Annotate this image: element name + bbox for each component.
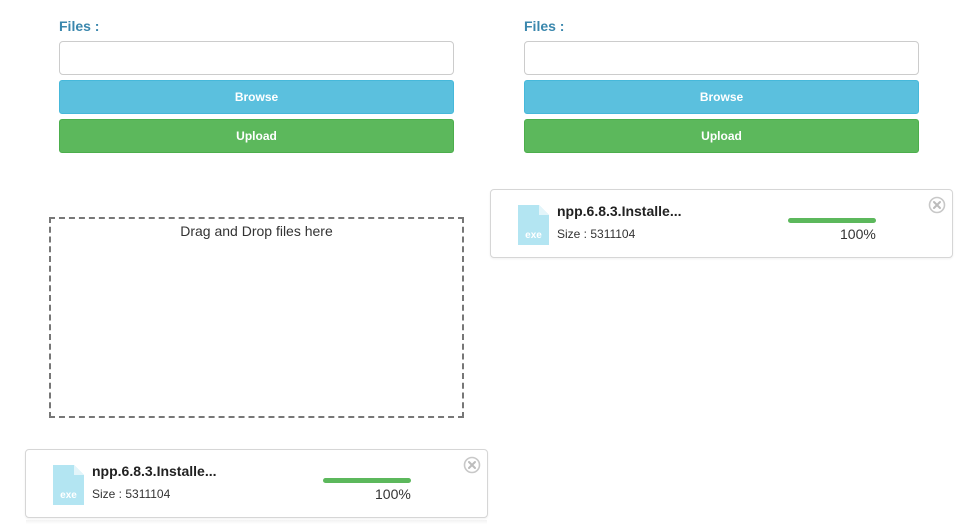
file-type-label: exe: [60, 490, 77, 501]
exe-file-icon: exe: [53, 465, 84, 505]
upload-button[interactable]: Upload: [59, 119, 454, 153]
uploaded-file-card: exe npp.6.8.3.Installe... Size : 5311104…: [490, 189, 953, 258]
file-input[interactable]: [524, 41, 919, 75]
upload-button[interactable]: Upload: [524, 119, 919, 153]
browse-button[interactable]: Browse: [524, 80, 919, 114]
progress-fill: [788, 218, 876, 223]
close-circle-icon[interactable]: [463, 456, 481, 474]
progress-percent: 100%: [375, 486, 411, 502]
file-name: npp.6.8.3.Installe...: [92, 463, 217, 479]
progress-bar: [788, 218, 876, 223]
file-size: Size : 5311104: [557, 227, 636, 241]
drop-zone[interactable]: Drag and Drop files here: [49, 217, 464, 418]
file-input[interactable]: [59, 41, 454, 75]
progress-bar: [323, 478, 411, 483]
file-name: npp.6.8.3.Installe...: [557, 203, 682, 219]
file-size: Size : 5311104: [92, 487, 171, 501]
files-label: Files :: [524, 18, 565, 34]
progress-percent: 100%: [840, 226, 876, 242]
files-label: Files :: [59, 18, 100, 34]
uploaded-file-card: exe npp.6.8.3.Installe... Size : 5311104…: [25, 449, 488, 518]
file-type-label: exe: [525, 230, 542, 241]
progress-fill: [323, 478, 411, 483]
card-shadow: [26, 520, 487, 524]
drop-zone-text: Drag and Drop files here: [180, 223, 333, 239]
browse-button[interactable]: Browse: [59, 80, 454, 114]
close-circle-icon[interactable]: [928, 196, 946, 214]
exe-file-icon: exe: [518, 205, 549, 245]
